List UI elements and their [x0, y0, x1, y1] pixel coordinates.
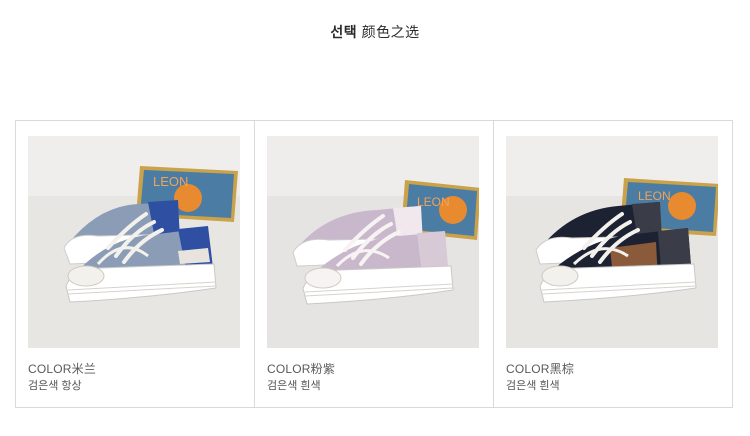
title-rest: 颜色之选 — [361, 24, 420, 40]
product-card[interactable]: LEON — [494, 121, 732, 407]
sub-label: 검은색 흰색 — [506, 380, 560, 392]
color-label: COLOR黑棕 — [506, 362, 575, 376]
sub-label: 검은색 항상 — [28, 380, 82, 392]
product-card[interactable]: LEON — [16, 121, 255, 407]
sub-label: 검은색 흰색 — [267, 380, 321, 392]
title-bold: 선택 — [330, 24, 358, 40]
product-photo[interactable]: LEON — [28, 136, 240, 348]
svg-text:LEON: LEON — [638, 189, 671, 203]
product-card[interactable]: LEON COLOR粉紫 검은색 흰색 — [255, 121, 494, 407]
product-grid: LEON COLOR米兰 검은색 항상 LEON COLOR粉紫 검은색 흰색 … — [15, 120, 733, 408]
svg-text:LEON: LEON — [153, 174, 188, 189]
color-label: COLOR粉紫 — [267, 362, 336, 376]
product-photo[interactable]: LEON — [506, 136, 718, 348]
svg-text:LEON: LEON — [417, 195, 450, 209]
color-label: COLOR米兰 — [28, 362, 97, 376]
page-title: 선택 颜色之选 — [0, 22, 750, 42]
product-photo[interactable]: LEON — [267, 136, 479, 348]
